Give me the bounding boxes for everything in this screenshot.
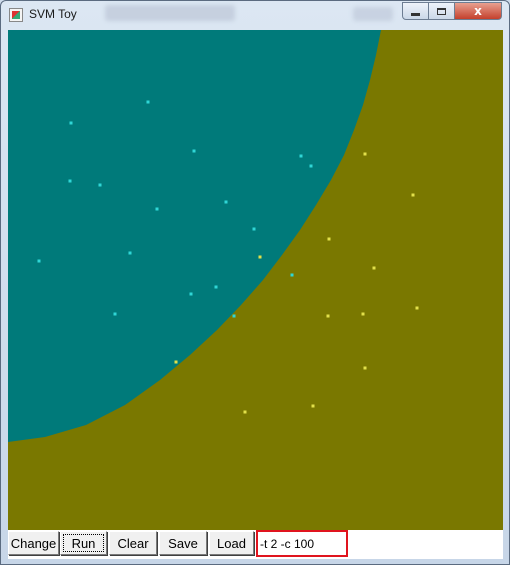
minimize-button[interactable] bbox=[402, 2, 429, 20]
load-button[interactable]: Load bbox=[209, 531, 254, 555]
svm-plot-canvas[interactable] bbox=[8, 30, 503, 530]
class-2-point-11 bbox=[311, 404, 315, 408]
close-icon: x bbox=[474, 4, 482, 18]
class-1-point-5 bbox=[309, 164, 313, 168]
maximize-button[interactable] bbox=[428, 2, 455, 20]
class-1-point-14 bbox=[189, 292, 193, 296]
parameters-input[interactable] bbox=[256, 530, 348, 557]
class-1-point-4 bbox=[299, 154, 303, 158]
class-1-point-11 bbox=[37, 259, 41, 263]
class-2-point-12 bbox=[243, 410, 247, 414]
class-2-point-7 bbox=[326, 314, 330, 318]
app-icon bbox=[9, 8, 23, 22]
class-2-point-4 bbox=[258, 255, 262, 259]
class-1-point-16 bbox=[232, 314, 236, 318]
class-2-point-2 bbox=[411, 193, 415, 197]
class-2-point-10 bbox=[363, 366, 367, 370]
class-2-point-9 bbox=[174, 360, 178, 364]
class-1-point-9 bbox=[224, 200, 228, 204]
class-1-point-8 bbox=[155, 207, 159, 211]
class-1-point-17 bbox=[290, 273, 294, 277]
class-1-point-10 bbox=[252, 227, 256, 231]
maximize-icon bbox=[437, 7, 446, 15]
class-1-point-1 bbox=[69, 121, 73, 125]
class-2-point-6 bbox=[415, 306, 419, 310]
blurred-taskbar-area bbox=[105, 5, 235, 21]
save-button[interactable]: Save bbox=[159, 531, 207, 555]
class-1-point-3 bbox=[192, 149, 196, 153]
class-2-point-5 bbox=[372, 266, 376, 270]
control-bar: Change Run Clear Save Load bbox=[8, 530, 503, 559]
class-1-point-6 bbox=[68, 179, 72, 183]
class-2-point-3 bbox=[327, 237, 331, 241]
class-2-point-8 bbox=[361, 312, 365, 316]
class-1-point-13 bbox=[214, 285, 218, 289]
class-1-point-7 bbox=[98, 183, 102, 187]
blurred-taskbar-area-right bbox=[353, 7, 393, 21]
class-1-point-2 bbox=[146, 100, 150, 104]
close-button[interactable]: x bbox=[454, 2, 502, 20]
minimize-icon bbox=[411, 12, 420, 16]
change-button[interactable]: Change bbox=[8, 531, 59, 555]
class-1-point-15 bbox=[113, 312, 117, 316]
title-bar[interactable]: SVM Toy x bbox=[1, 1, 509, 29]
client-area: Change Run Clear Save Load bbox=[8, 30, 503, 559]
window-title: SVM Toy bbox=[29, 7, 77, 21]
class-1-point-12 bbox=[128, 251, 132, 255]
run-button[interactable]: Run bbox=[60, 531, 107, 555]
class-2-point-1 bbox=[363, 152, 367, 156]
svm-toy-window: SVM Toy x Change Run Clear Save Load bbox=[0, 0, 510, 565]
clear-button[interactable]: Clear bbox=[109, 531, 157, 555]
